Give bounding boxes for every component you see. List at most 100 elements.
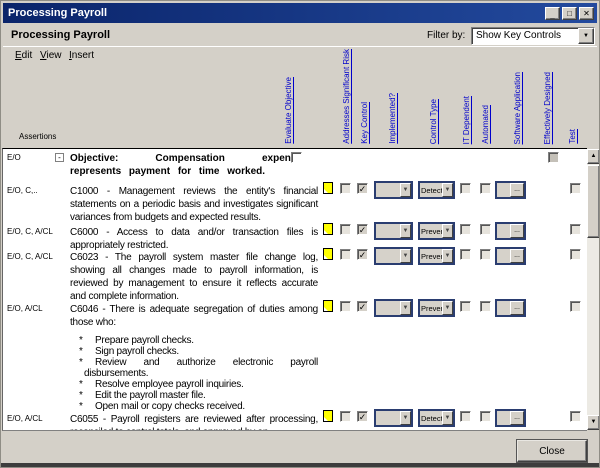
test-checkbox[interactable] xyxy=(570,183,581,194)
software-application-field[interactable]: ... xyxy=(495,181,526,199)
key-control-checkbox[interactable]: ✓ xyxy=(357,249,368,260)
key-control-checkbox[interactable]: ✓ xyxy=(357,411,368,422)
implemented-dropdown[interactable]: ▼ xyxy=(374,409,413,427)
automated-checkbox[interactable] xyxy=(480,183,491,194)
control-type-dropdown[interactable]: Preventi▼ xyxy=(418,299,455,317)
implemented-dropdown[interactable]: ▼ xyxy=(374,181,413,199)
chevron-down-icon[interactable]: ▼ xyxy=(400,224,411,238)
key-control-checkbox[interactable]: ✓ xyxy=(357,183,368,194)
column-link-software-application[interactable]: Software Application xyxy=(513,72,522,145)
test-checkbox[interactable] xyxy=(570,411,581,422)
note-icon[interactable] xyxy=(323,300,333,312)
addresses-significant-risk-checkbox[interactable] xyxy=(340,411,351,422)
menu-edit[interactable]: Edit xyxy=(15,50,32,61)
column-link-effectively-designed[interactable]: Effectively Designed xyxy=(543,72,552,144)
software-application-field[interactable]: ... xyxy=(495,222,526,240)
test-checkbox[interactable] xyxy=(570,249,581,260)
control-row: ✓ ▼ Preventi▼ ... xyxy=(3,247,587,267)
chevron-down-icon[interactable]: ▼ xyxy=(442,249,453,263)
software-application-field[interactable]: ... xyxy=(495,299,526,317)
key-control-checkbox[interactable]: ✓ xyxy=(357,301,368,312)
implemented-dropdown[interactable]: ▼ xyxy=(374,222,413,240)
test-checkbox[interactable] xyxy=(570,301,581,312)
browse-button[interactable]: ... xyxy=(510,224,524,238)
minimize-button[interactable]: _ xyxy=(545,7,560,20)
automated-checkbox[interactable] xyxy=(480,249,491,260)
it-dependent-checkbox[interactable] xyxy=(460,249,471,260)
browse-button[interactable]: ... xyxy=(510,183,524,197)
note-icon[interactable] xyxy=(323,182,333,194)
browse-button[interactable]: ... xyxy=(510,249,524,263)
footer-bar: Close xyxy=(1,431,600,463)
addresses-significant-risk-checkbox[interactable] xyxy=(340,249,351,260)
chevron-down-icon[interactable]: ▼ xyxy=(400,301,411,315)
it-dependent-checkbox[interactable] xyxy=(460,301,471,312)
column-link-automated[interactable]: Automated xyxy=(481,105,490,144)
chevron-down-icon[interactable]: ▼ xyxy=(442,411,453,425)
control-row: ✓ ▼ Preventi▼ ... xyxy=(3,299,587,319)
column-link-implemented[interactable]: Implemented? xyxy=(388,93,397,144)
control-type-value: Detectiv xyxy=(420,183,442,197)
column-link-addresses-significant-risk[interactable]: Addresses Significant Risk xyxy=(342,49,351,144)
it-dependent-checkbox[interactable] xyxy=(460,224,471,235)
addresses-significant-risk-checkbox[interactable] xyxy=(340,224,351,235)
evaluate-objective-checkbox[interactable] xyxy=(291,152,302,163)
chevron-down-icon[interactable]: ▼ xyxy=(442,301,453,315)
automated-checkbox[interactable] xyxy=(480,411,491,422)
collapse-toggle[interactable]: - xyxy=(55,153,64,162)
chevron-down-icon[interactable]: ▼ xyxy=(400,411,411,425)
control-type-dropdown[interactable]: Detectiv▼ xyxy=(418,181,455,199)
controls-grid: E/O - Objective: Compensation expense re… xyxy=(2,148,587,431)
maximize-button[interactable]: □ xyxy=(562,7,577,20)
column-headers: Assertions Evaluate Objective Addresses … xyxy=(1,63,585,148)
addresses-significant-risk-checkbox[interactable] xyxy=(340,183,351,194)
implemented-dropdown[interactable]: ▼ xyxy=(374,299,413,317)
filter-by-label: Filter by: xyxy=(427,30,465,41)
control-text: C6046 - There is adequate segregation of… xyxy=(70,303,318,412)
browse-button[interactable]: ... xyxy=(510,301,524,315)
control-type-dropdown[interactable]: Preventi▼ xyxy=(418,247,455,265)
menu-view[interactable]: View xyxy=(40,50,62,61)
browse-button[interactable]: ... xyxy=(510,411,524,425)
control-type-dropdown[interactable]: Detectiv▼ xyxy=(418,409,455,427)
chevron-down-icon[interactable]: ▼ xyxy=(442,224,453,238)
it-dependent-checkbox[interactable] xyxy=(460,411,471,422)
assertions-column-label: Assertions xyxy=(19,132,56,141)
control-type-dropdown[interactable]: Preventi▼ xyxy=(418,222,455,240)
column-link-test[interactable]: Test xyxy=(568,129,577,144)
software-application-field[interactable]: ... xyxy=(495,409,526,427)
note-icon[interactable] xyxy=(323,223,333,235)
chevron-down-icon[interactable]: ▼ xyxy=(400,249,411,263)
test-checkbox[interactable] xyxy=(570,224,581,235)
close-button[interactable]: Close xyxy=(517,440,587,462)
note-icon[interactable] xyxy=(323,248,333,260)
chevron-down-icon[interactable]: ▼ xyxy=(400,183,411,197)
filter-dropdown[interactable]: Show Key Controls ▼ xyxy=(471,27,595,45)
column-link-it-dependent[interactable]: IT Dependent xyxy=(462,96,471,144)
list-item: *Sign payroll checks. xyxy=(70,346,318,357)
chevron-down-icon[interactable]: ▼ xyxy=(442,183,453,197)
column-link-key-control[interactable]: Key Control xyxy=(360,102,369,144)
it-dependent-checkbox[interactable] xyxy=(460,183,471,194)
list-item: *Edit the payroll master file. xyxy=(70,390,318,401)
implemented-dropdown[interactable]: ▼ xyxy=(374,247,413,265)
key-control-checkbox[interactable]: ✓ xyxy=(357,224,368,235)
titlebar-buttons: _ □ ✕ xyxy=(545,7,597,20)
menu-insert[interactable]: Insert xyxy=(69,50,94,61)
list-item: *Prepare payroll checks. xyxy=(70,335,318,346)
vertical-scrollbar[interactable]: ▲ ▼ xyxy=(587,149,600,430)
addresses-significant-risk-checkbox[interactable] xyxy=(340,301,351,312)
bullet-list: *Prepare payroll checks. *Sign payroll c… xyxy=(70,335,318,412)
column-link-control-type[interactable]: Control Type xyxy=(429,99,438,144)
chevron-down-icon[interactable]: ▼ xyxy=(578,28,594,44)
note-icon[interactable] xyxy=(323,410,333,422)
column-link-evaluate-objective[interactable]: Evaluate Objective xyxy=(284,77,293,144)
scroll-up-button[interactable]: ▲ xyxy=(587,149,600,164)
automated-checkbox[interactable] xyxy=(480,224,491,235)
automated-checkbox[interactable] xyxy=(480,301,491,312)
close-window-button[interactable]: ✕ xyxy=(579,7,594,20)
software-application-field[interactable]: ... xyxy=(495,247,526,265)
scrollbar-thumb[interactable] xyxy=(587,165,600,238)
scroll-down-button[interactable]: ▼ xyxy=(587,415,600,430)
filter-dropdown-value: Show Key Controls xyxy=(472,28,578,44)
